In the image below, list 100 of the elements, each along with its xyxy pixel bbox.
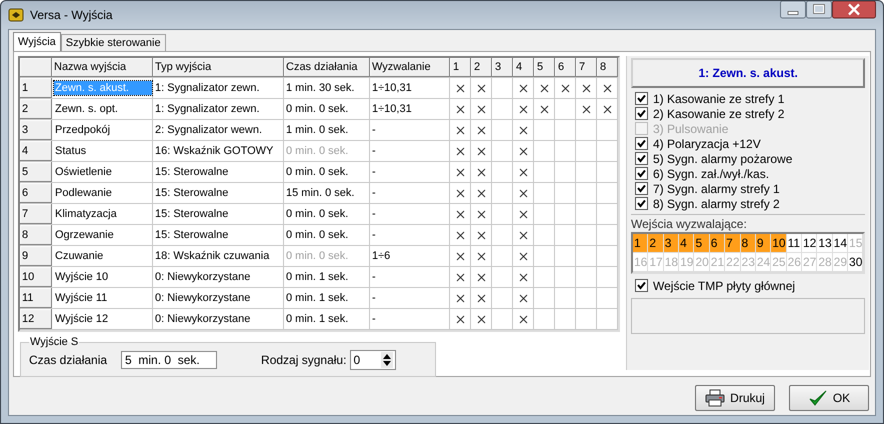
column-header[interactable]: 6 [555,58,576,77]
cross-icon [456,210,464,218]
close-button[interactable] [832,1,876,19]
tab[interactable]: Wyjścia [13,32,61,51]
checkbox[interactable] [635,197,648,210]
table-cell[interactable]: Status [54,144,88,158]
table-cell[interactable]: Klimatyzacja [54,207,118,221]
cross-icon [456,314,464,324]
cross-icon [518,168,528,176]
table-cell: 1÷6 [370,246,450,266]
column-header[interactable]: Typ wyjścia [153,58,284,77]
input-cell[interactable]: 10 [771,234,787,253]
row-number[interactable]: 8 [20,225,52,245]
row-number[interactable]: 12 [20,309,52,329]
input-cell[interactable]: 8 [740,234,756,253]
table-cell: 0 min. 0 sek. [284,99,370,119]
input-cell[interactable]: 9 [756,234,772,253]
row-number[interactable]: 1 [20,78,52,98]
input-cell[interactable]: 13 [817,234,833,253]
checkbox[interactable] [635,152,648,165]
table-cell: - [370,288,450,308]
table-cell: 18: Wskaźnik czuwania [153,246,284,266]
row-number[interactable]: 2 [20,99,52,119]
signal-spinner[interactable]: 0 [350,350,396,370]
column-header[interactable]: Nazwa wyjścia [52,58,153,77]
checkbox[interactable] [635,279,648,292]
maximize-button[interactable] [806,1,832,19]
table-cell: 0 min. 1 sek. [284,309,370,329]
time-field[interactable]: 5 min. 0 sek. [121,351,218,369]
checkbox[interactable] [635,182,648,195]
table-cell: 15 min. 0 sek. [284,183,370,203]
column-header[interactable]: Wyzwalanie [370,58,450,77]
table-cell: 0 min. 1 sek. [284,288,370,308]
row-number[interactable]: 11 [20,288,52,308]
column-header[interactable]: Czas działania [284,58,370,77]
row-number[interactable]: 5 [20,162,52,182]
option-label: 3) Pulsowanie [653,122,728,136]
output-header: 1: Zewn. s. akust. [631,58,866,88]
table-cell: 0: Niewykorzystane [153,288,284,308]
column-header[interactable]: 4 [513,58,534,77]
input-cell[interactable]: 11 [786,234,802,253]
row-number[interactable]: 7 [20,204,52,224]
table-cell[interactable]: Przedpokój [54,123,112,137]
checkbox[interactable] [635,167,648,180]
checkbox[interactable] [635,107,648,120]
table-cell[interactable]: Zewn. s. opt. [54,102,119,116]
cross-icon [582,84,590,92]
table-cell[interactable]: Wyjście 12 [54,312,110,326]
column-header[interactable]: 1 [450,58,471,77]
input-cell[interactable]: 4 [679,234,694,253]
table-cell: 1: Sygnalizator zewn. [153,78,284,98]
table-cell[interactable]: Czuwanie [54,249,104,263]
input-cell[interactable]: 2 [648,234,664,253]
table-cell: 0 min. 0 sek. [284,225,370,245]
input-cell[interactable]: 5 [694,234,710,253]
column-header[interactable]: 8 [597,58,618,77]
table-cell: 15: Sterowalne [153,162,284,182]
input-cell[interactable]: 1 [633,234,648,253]
table-cell[interactable]: Wyjście 10 [54,270,110,284]
table-cell: 0 min. 0 sek. [284,246,370,266]
table-cell: - [370,162,450,182]
checkbox[interactable] [635,137,648,150]
input-cell[interactable]: 3 [664,234,680,253]
table-cell[interactable]: Podlewanie [54,186,113,200]
minimize-button[interactable] [780,1,806,19]
checkbox[interactable] [635,92,648,105]
column-header[interactable]: 2 [471,58,492,77]
row-number[interactable]: 4 [20,141,52,161]
table-cell[interactable]: Oświetlenie [54,165,113,179]
ok-button[interactable]: OK [789,385,869,411]
column-header[interactable]: 3 [492,58,513,77]
table-cell: - [370,183,450,203]
row-number[interactable]: 9 [20,246,52,266]
cross-icon [476,230,486,240]
row-number[interactable]: 3 [20,120,52,140]
cross-icon [518,272,528,282]
input-cell[interactable]: 30 [848,253,864,272]
input-cell[interactable]: 7 [725,234,741,253]
table-cell[interactable]: Ogrzewanie [54,228,115,242]
print-button[interactable]: Drukuj [695,385,775,411]
cross-icon [476,168,486,176]
cross-icon [476,314,486,324]
column-header[interactable]: 5 [534,58,555,77]
input-cell[interactable]: 6 [710,234,726,253]
cross-icon [476,272,486,282]
cross-icon [456,168,464,176]
cross-icon [456,252,464,260]
table-cell[interactable]: Wyjście 11 [54,291,108,305]
cross-icon [518,230,528,240]
cross-icon [456,294,464,302]
cross-icon [540,84,548,92]
input-cell[interactable]: 12 [802,234,818,253]
tab[interactable]: Szybkie sterowanie [60,34,166,51]
table-cell: - [370,120,450,140]
row-number[interactable]: 6 [20,183,52,203]
cross-icon [518,314,528,324]
cross-icon [476,146,486,156]
row-number[interactable]: 10 [20,267,52,287]
input-cell[interactable]: 14 [832,234,848,253]
column-header[interactable]: 7 [576,58,597,77]
